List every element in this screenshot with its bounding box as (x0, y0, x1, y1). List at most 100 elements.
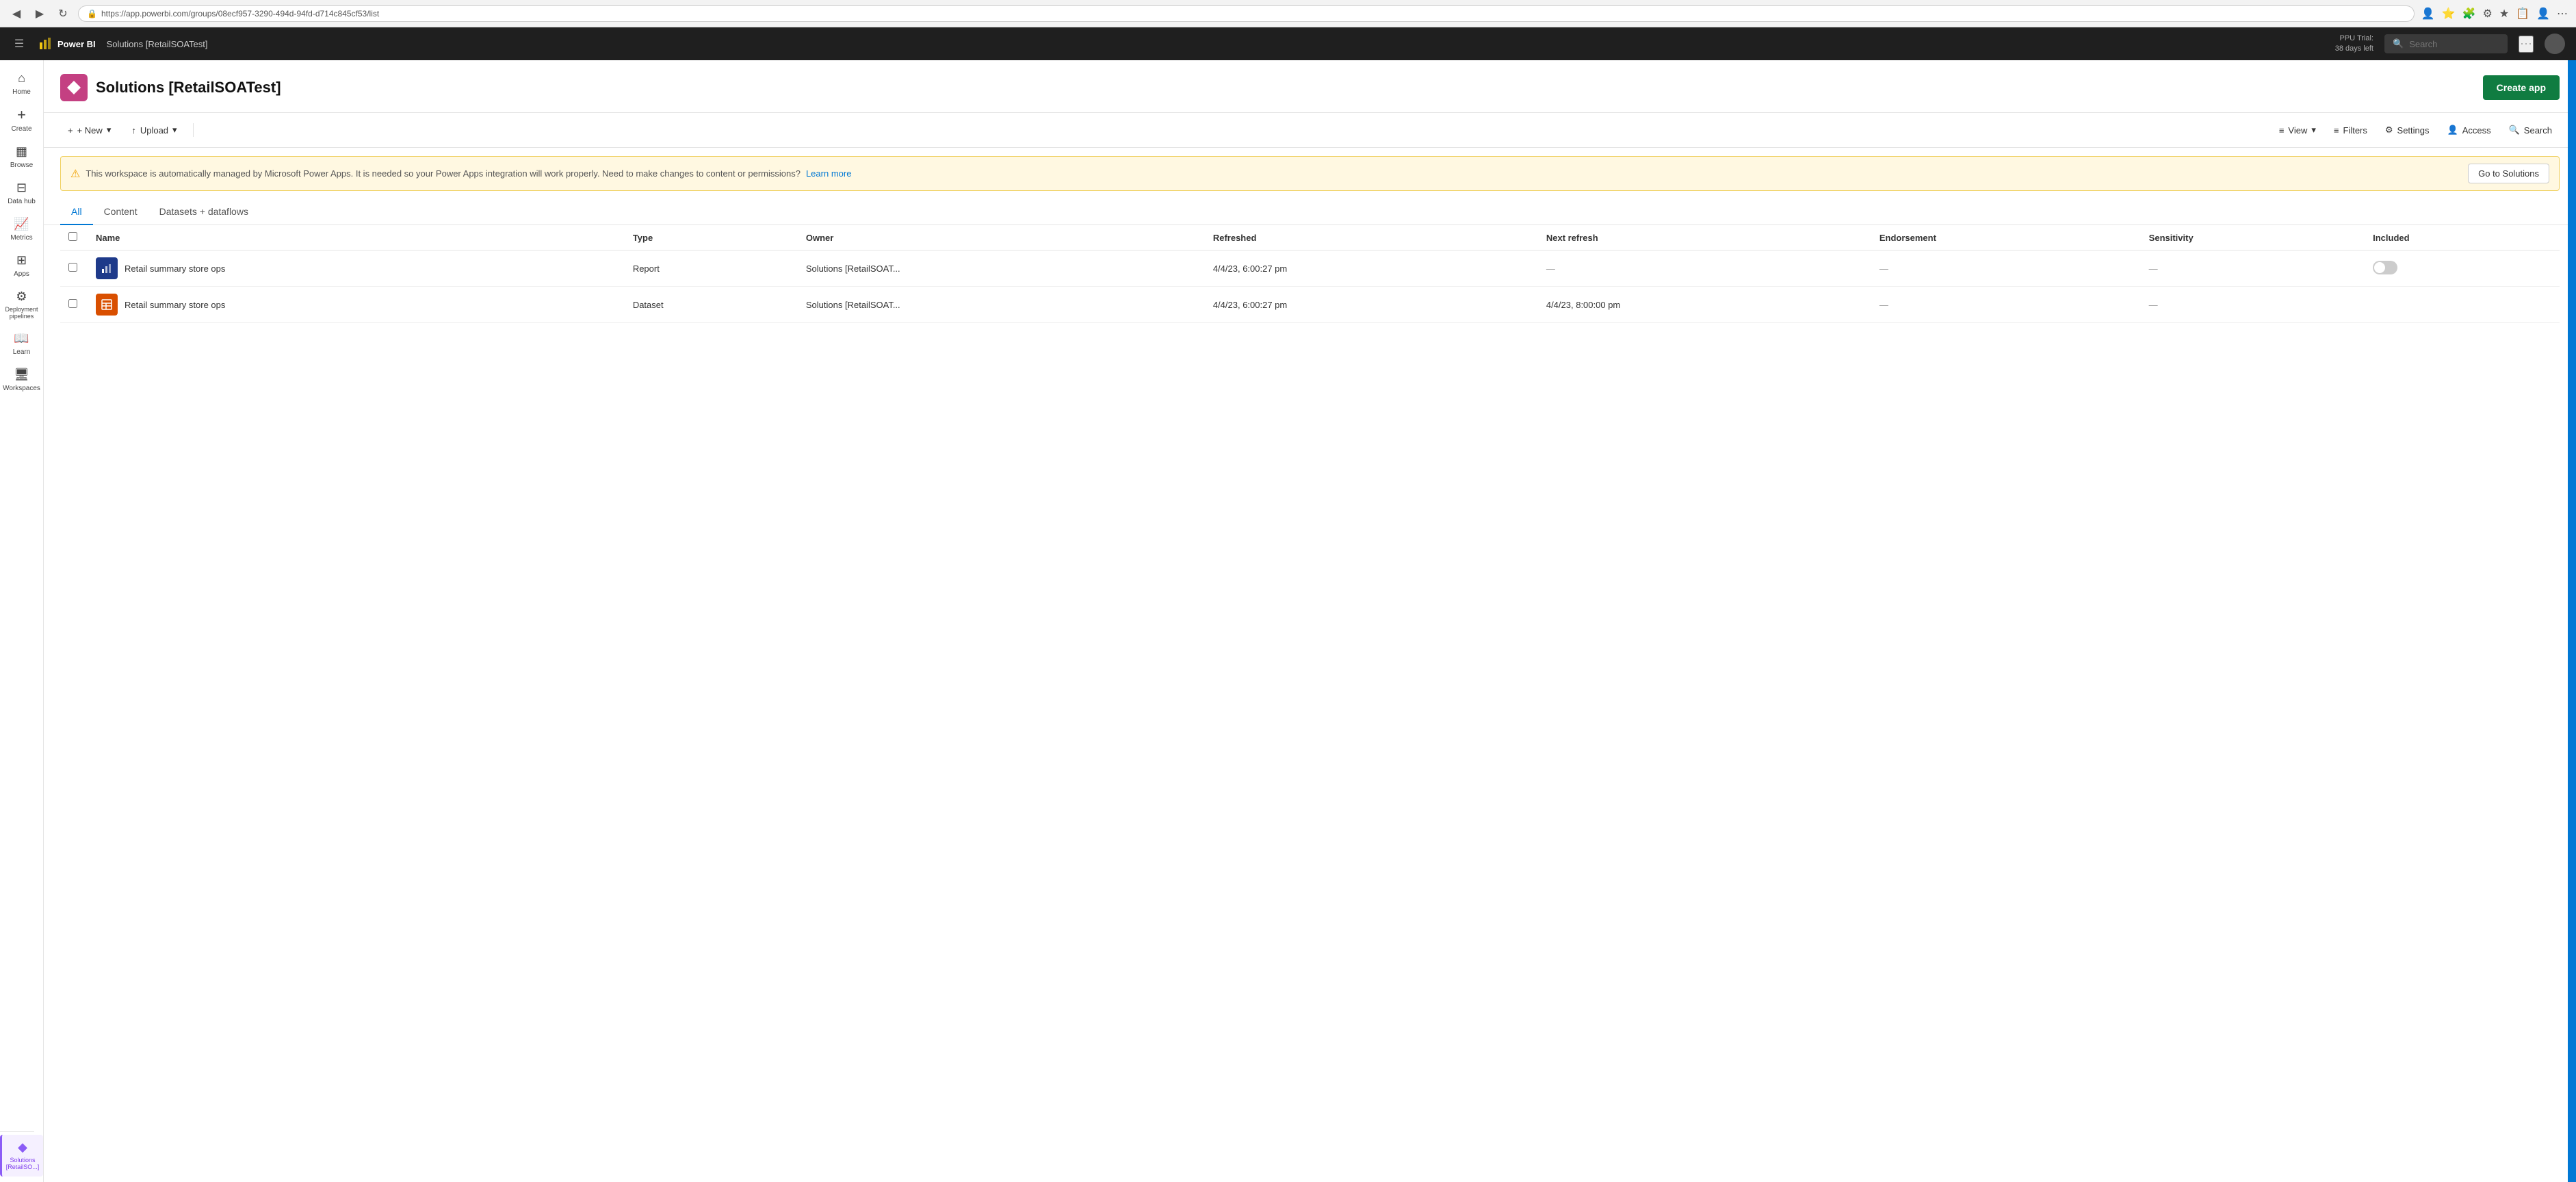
browser-star-icon[interactable]: ⭐ (2442, 7, 2456, 21)
sidebar-item-browse[interactable]: ▦ Browse (0, 139, 43, 175)
col-refreshed-header: Refreshed (1205, 225, 1538, 250)
dataset-table-icon (101, 298, 113, 311)
home-icon: ⌂ (18, 71, 25, 86)
sidebar: ⌂ Home + Create ▦ Browse ⊟ Data hub 📈 Me… (0, 60, 44, 1182)
sidebar-divider (0, 1131, 34, 1132)
tab-content[interactable]: Content (93, 199, 148, 225)
settings-label: Settings (2397, 125, 2430, 136)
tab-all[interactable]: All (60, 199, 93, 225)
app-logo: Power BI (38, 37, 96, 51)
table-row: Retail summary store ops Dataset Solutio… (60, 287, 2560, 323)
metrics-icon: 📈 (14, 217, 29, 231)
new-label: + New (77, 125, 103, 136)
content-table: Name Type Owner Refreshed Next refresh E… (60, 225, 2560, 323)
user-avatar[interactable] (2545, 34, 2565, 54)
browser-settings-icon[interactable]: ⚙ (2482, 7, 2492, 21)
table-header: Name Type Owner Refreshed Next refresh E… (60, 225, 2560, 250)
col-owner-header: Owner (798, 225, 1205, 250)
learn-more-link[interactable]: Learn more (806, 168, 851, 179)
search-input[interactable] (2409, 39, 2499, 49)
hamburger-menu[interactable]: ☰ (11, 36, 27, 52)
row1-checkbox-cell (60, 250, 88, 287)
row1-included-toggle[interactable] (2373, 261, 2397, 274)
sidebar-datahub-label: Data hub (8, 198, 36, 206)
settings-icon: ⚙ (2385, 125, 2393, 136)
sidebar-item-workspaces[interactable]: 🖥 Workspaces (0, 362, 43, 398)
warning-message: This workspace is automatically managed … (86, 168, 801, 179)
top-nav: ☰ Power BI Solutions [RetailSOATest] PPU… (0, 27, 2576, 60)
app-name: Power BI (57, 39, 96, 49)
row2-refreshed: 4/4/23, 6:00:27 pm (1205, 287, 1538, 323)
sidebar-item-deployment[interactable]: ⚙ Deployment pipelines (0, 284, 43, 326)
back-button[interactable]: ◀ (8, 5, 25, 22)
sidebar-create-label: Create (11, 125, 31, 133)
browser-collections-icon[interactable]: 📋 (2516, 7, 2529, 21)
refresh-button[interactable]: ↻ (55, 5, 71, 22)
table-row: Retail summary store ops Report Solution… (60, 250, 2560, 287)
row2-endorsement: — (1871, 287, 2141, 323)
create-app-button[interactable]: Create app (2483, 75, 2560, 100)
row2-included (2365, 287, 2560, 323)
new-icon: + (68, 125, 73, 136)
diamond-icon (66, 79, 82, 96)
settings-button[interactable]: ⚙ Settings (2378, 120, 2437, 140)
tab-datasets[interactable]: Datasets + dataflows (148, 199, 259, 225)
view-button[interactable]: ≡ View ▾ (2272, 120, 2324, 140)
page-header: Solutions [RetailSOATest] Create app (44, 60, 2576, 113)
select-all-checkbox[interactable] (68, 232, 77, 241)
search-button[interactable]: 🔍 Search (2501, 120, 2560, 140)
search-icon: 🔍 (2393, 38, 2404, 49)
sidebar-item-home[interactable]: ⌂ Home (0, 66, 43, 102)
sidebar-item-metrics[interactable]: 📈 Metrics (0, 211, 43, 248)
address-bar[interactable]: 🔒 https://app.powerbi.com/groups/08ecf95… (78, 5, 2415, 22)
row1-checkbox[interactable] (68, 263, 77, 272)
sidebar-item-learn[interactable]: 📖 Learn (0, 326, 43, 362)
table-container: Name Type Owner Refreshed Next refresh E… (44, 225, 2576, 323)
datahub-icon: ⊟ (16, 181, 27, 195)
browser-user-icon[interactable]: 👤 (2536, 7, 2550, 21)
upload-label: Upload (140, 125, 168, 136)
sidebar-item-datahub[interactable]: ⊟ Data hub (0, 175, 43, 211)
access-button[interactable]: 👤 Access (2440, 120, 2499, 140)
sidebar-item-create[interactable]: + Create (0, 102, 43, 139)
app-container: ☰ Power BI Solutions [RetailSOATest] PPU… (0, 27, 2576, 1182)
warning-icon: ⚠ (70, 167, 80, 181)
filters-button[interactable]: ≡ Filters (2326, 120, 2375, 140)
workspace-icon (60, 74, 88, 101)
forward-button[interactable]: ▶ (31, 5, 48, 22)
view-chevron: ▾ (2311, 125, 2316, 136)
top-nav-more-button[interactable]: ⋯ (2519, 36, 2534, 53)
row2-owner: Solutions [RetailSOAT... (798, 287, 1205, 323)
row2-checkbox[interactable] (68, 299, 77, 308)
row2-next-refresh: 4/4/23, 8:00:00 pm (1538, 287, 1871, 323)
row1-name[interactable]: Retail summary store ops (125, 264, 225, 274)
ppu-trial-info: PPU Trial: 38 days left (2335, 34, 2373, 55)
sidebar-apps-label: Apps (14, 270, 29, 279)
sidebar-item-solutions[interactable]: ◆ Solutions [RetailSO...] (0, 1135, 43, 1177)
access-label: Access (2462, 125, 2491, 136)
browser-more-icon[interactable]: ⋯ (2557, 7, 2568, 21)
report-chart-icon (101, 262, 113, 274)
browse-icon: ▦ (16, 144, 27, 159)
col-sensitivity-header: Sensitivity (2141, 225, 2365, 250)
filters-icon: ≡ (2334, 125, 2339, 136)
go-to-solutions-button[interactable]: Go to Solutions (2468, 164, 2549, 183)
row2-type: Dataset (625, 287, 798, 323)
new-button[interactable]: + + New ▾ (60, 120, 118, 140)
tabs: All Content Datasets + dataflows (44, 199, 2576, 225)
browser-profile-icon[interactable]: 👤 (2421, 7, 2435, 21)
col-name-header: Name (88, 225, 625, 250)
table-body: Retail summary store ops Report Solution… (60, 250, 2560, 323)
sidebar-item-apps[interactable]: ⊞ Apps (0, 248, 43, 284)
upload-button[interactable]: ↑ Upload ▾ (124, 120, 184, 140)
row1-included (2365, 250, 2560, 287)
browser-extensions-icon[interactable]: 🧩 (2462, 7, 2476, 21)
apps-icon: ⊞ (16, 253, 27, 268)
row2-name[interactable]: Retail summary store ops (125, 300, 225, 310)
create-icon: + (17, 107, 26, 123)
col-endorsement-header: Endorsement (1871, 225, 2141, 250)
browser-favorites-icon[interactable]: ★ (2499, 7, 2509, 21)
toolbar: + + New ▾ ↑ Upload ▾ ≡ View ▾ ≡ Filters (44, 113, 2576, 148)
top-nav-search-box[interactable]: 🔍 (2384, 34, 2508, 53)
row1-endorsement: — (1871, 250, 2141, 287)
